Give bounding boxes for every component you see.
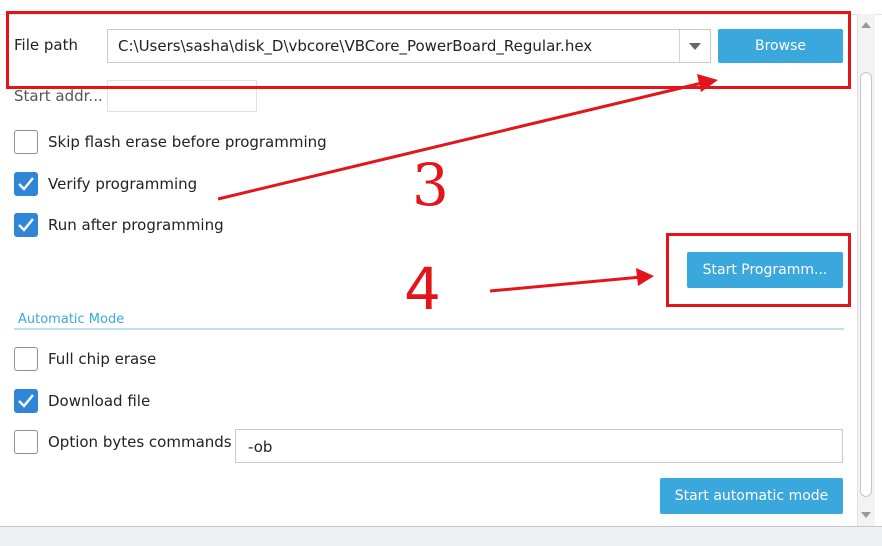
checkmark-icon <box>18 177 34 191</box>
scrollbar-thumb[interactable] <box>860 72 872 497</box>
automatic-mode-title: Automatic Mode <box>18 312 125 327</box>
annotation-step-3: 3 <box>412 151 449 219</box>
option-bytes-label: Option bytes commands <box>48 433 232 451</box>
automatic-mode-divider <box>14 328 844 330</box>
run-after-label: Run after programming <box>48 216 224 234</box>
annotation-step-4: 4 <box>404 255 441 323</box>
start-address-label: Start addr... <box>14 87 103 105</box>
verify-checkbox[interactable] <box>14 172 38 196</box>
run-after-checkbox[interactable] <box>14 213 38 237</box>
option-bytes-input[interactable]: -ob <box>235 429 843 463</box>
skip-erase-checkbox[interactable] <box>14 130 38 154</box>
annotation-start-programming-box <box>666 233 851 307</box>
scroll-down-icon[interactable] <box>861 512 871 518</box>
status-bar <box>0 526 882 546</box>
annotation-file-path-box <box>6 11 851 89</box>
download-file-checkbox[interactable] <box>14 389 38 413</box>
scroll-up-icon[interactable] <box>861 22 871 28</box>
option-bytes-value: -ob <box>248 438 273 456</box>
full-chip-erase-checkbox[interactable] <box>14 347 38 371</box>
verify-label: Verify programming <box>48 175 198 193</box>
full-chip-erase-label: Full chip erase <box>48 350 157 368</box>
start-automatic-mode-button[interactable]: Start automatic mode <box>660 478 843 514</box>
skip-erase-label: Skip flash erase before programming <box>48 133 327 151</box>
checkmark-icon <box>18 218 34 232</box>
option-bytes-checkbox[interactable] <box>14 430 38 454</box>
checkmark-icon <box>18 394 34 408</box>
annotation-arrow-to-start <box>489 268 654 293</box>
download-file-label: Download file <box>48 392 151 410</box>
